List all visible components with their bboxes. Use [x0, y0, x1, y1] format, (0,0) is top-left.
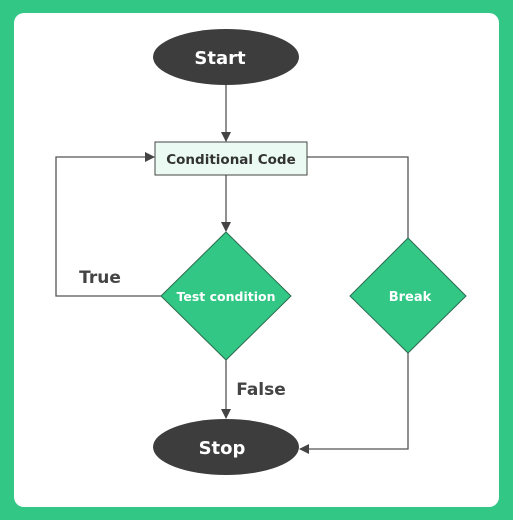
stop-label: Stop — [199, 438, 246, 459]
test-condition-label: Test condition — [177, 289, 276, 304]
break-label: Break — [389, 290, 432, 305]
false-label: False — [236, 380, 286, 400]
true-label: True — [79, 268, 121, 288]
flowchart: Start Conditional Code Test condition Br… — [55, 29, 467, 475]
edge-break-to-stop — [299, 353, 409, 454]
start-label: Start — [194, 48, 246, 69]
conditional-code-label: Conditional Code — [166, 152, 296, 168]
edge-code-to-break — [307, 156, 409, 238]
